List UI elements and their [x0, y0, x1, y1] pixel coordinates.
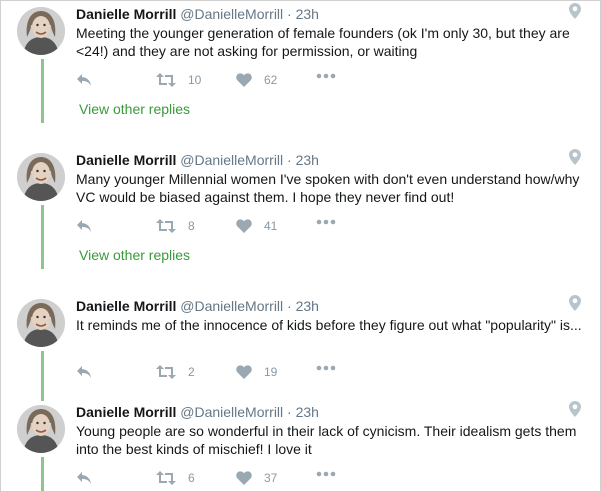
avatar-image: [17, 7, 65, 55]
tweet-header: Danielle Morrill @DanielleMorrill · 23h: [76, 404, 319, 420]
retweet-count: 6: [188, 471, 195, 485]
separator-dot: ·: [287, 6, 292, 22]
like-count: 62: [264, 73, 278, 87]
tweet-text: It reminds me of the innocence of kids b…: [76, 317, 582, 333]
tweet-header: Danielle Morrill @DanielleMorrill · 23h: [76, 152, 319, 168]
heart-icon: [236, 365, 252, 379]
view-other-replies-link[interactable]: View other replies: [79, 247, 190, 263]
like-count: 19: [264, 365, 278, 379]
author-handle[interactable]: @DanielleMorrill: [180, 298, 283, 314]
retweet-icon: [156, 219, 176, 233]
like-button[interactable]: 19: [236, 365, 277, 379]
author-name[interactable]: Danielle Morrill: [76, 152, 176, 168]
tweet[interactable]: Danielle Morrill @DanielleMorrill · 23h …: [1, 293, 600, 393]
avatar[interactable]: [17, 7, 65, 55]
location-pin-icon[interactable]: [569, 149, 581, 170]
retweet-count: 10: [188, 73, 202, 87]
location-pin-icon[interactable]: [569, 295, 581, 316]
location-pin-icon[interactable]: [569, 401, 581, 422]
avatar-image: [17, 299, 65, 347]
avatar[interactable]: [17, 153, 65, 201]
separator-dot: ·: [287, 298, 292, 314]
reply-icon[interactable]: [76, 219, 92, 233]
retweet-icon: [156, 73, 176, 87]
author-name[interactable]: Danielle Morrill: [76, 404, 176, 420]
tweet-text: Young people are so wonderful in their l…: [76, 423, 577, 457]
separator-dot: ·: [287, 152, 292, 168]
tweet-text: Meeting the younger generation of female…: [76, 25, 570, 59]
avatar-image: [17, 153, 65, 201]
tweet-header: Danielle Morrill @DanielleMorrill · 23h: [76, 6, 319, 22]
retweet-count: 8: [188, 219, 195, 233]
tweet[interactable]: Danielle Morrill @DanielleMorrill · 23h …: [1, 147, 600, 277]
avatar-image: [17, 405, 65, 453]
tweet-time[interactable]: 23h: [296, 152, 319, 168]
reply-icon[interactable]: [76, 471, 92, 485]
tweet[interactable]: Danielle Morrill @DanielleMorrill · 23h …: [1, 1, 600, 131]
author-handle[interactable]: @DanielleMorrill: [180, 152, 283, 168]
heart-icon: [236, 219, 252, 233]
tweet-thread: Danielle Morrill @DanielleMorrill · 23h …: [0, 0, 601, 492]
like-button[interactable]: 62: [236, 73, 277, 87]
more-icon[interactable]: [316, 471, 336, 477]
retweet-icon: [156, 365, 176, 379]
like-button[interactable]: 41: [236, 219, 277, 233]
retweet-count: 2: [188, 365, 195, 379]
author-name[interactable]: Danielle Morrill: [76, 298, 176, 314]
avatar[interactable]: [17, 405, 65, 453]
retweet-icon: [156, 471, 176, 485]
author-handle[interactable]: @DanielleMorrill: [180, 6, 283, 22]
avatar[interactable]: [17, 299, 65, 347]
like-count: 41: [264, 219, 278, 233]
reply-icon[interactable]: [76, 73, 92, 87]
tweet-text: Many younger Millennial women I've spoke…: [76, 171, 580, 205]
author-name[interactable]: Danielle Morrill: [76, 6, 176, 22]
location-pin-icon[interactable]: [569, 3, 581, 24]
separator-dot: ·: [287, 404, 292, 420]
view-other-replies-link[interactable]: View other replies: [79, 101, 190, 117]
reply-icon[interactable]: [76, 365, 92, 379]
like-button[interactable]: 37: [236, 471, 277, 485]
tweet[interactable]: Danielle Morrill @DanielleMorrill · 23h …: [1, 399, 600, 491]
tweet-time[interactable]: 23h: [296, 6, 319, 22]
heart-icon: [236, 73, 252, 87]
more-icon[interactable]: [316, 365, 336, 371]
heart-icon: [236, 471, 252, 485]
more-icon[interactable]: [316, 219, 336, 225]
like-count: 37: [264, 471, 278, 485]
author-handle[interactable]: @DanielleMorrill: [180, 404, 283, 420]
retweet-button[interactable]: 6: [156, 471, 195, 485]
retweet-button[interactable]: 8: [156, 219, 195, 233]
tweet-time[interactable]: 23h: [296, 298, 319, 314]
retweet-button[interactable]: 10: [156, 73, 201, 87]
retweet-button[interactable]: 2: [156, 365, 195, 379]
more-icon[interactable]: [316, 73, 336, 79]
tweet-time[interactable]: 23h: [296, 404, 319, 420]
tweet-header: Danielle Morrill @DanielleMorrill · 23h: [76, 298, 319, 314]
